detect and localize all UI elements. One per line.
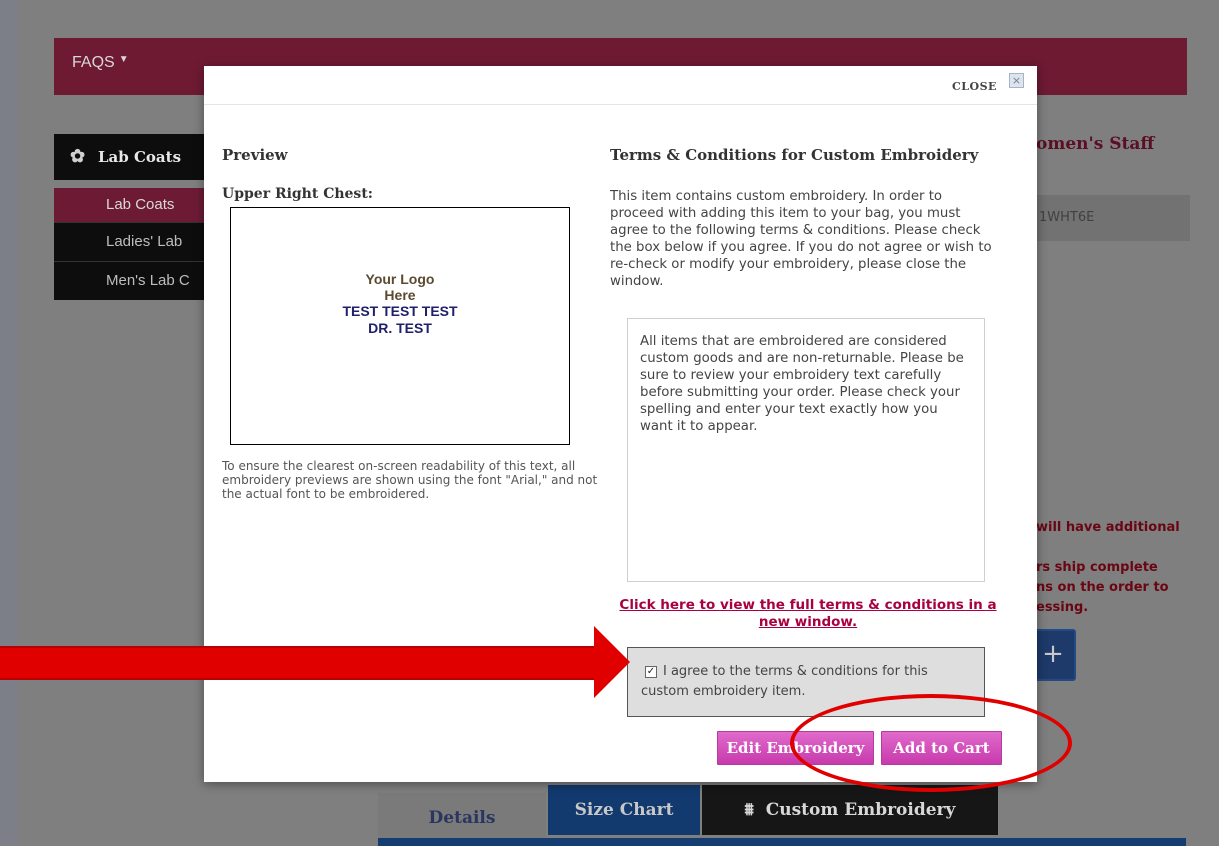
tab-details[interactable]: Details — [378, 793, 546, 838]
sidebar-item-lab-coats[interactable]: Lab Coats — [54, 188, 214, 222]
needle-icon: ⩩ — [744, 800, 754, 820]
embroidery-preview-box: Your Logo Here TEST TEST TEST DR. TEST — [230, 207, 570, 445]
logo-placeholder-line: Here — [384, 287, 416, 303]
window-left-edge — [0, 0, 18, 846]
terms-heading: Terms & Conditions for Custom Embroidery — [610, 146, 979, 164]
terms-scroll-box[interactable]: All items that are embroidered are consi… — [627, 318, 985, 582]
warning-line: will have additional — [1036, 520, 1180, 535]
embroidery-text-line: DR. TEST — [368, 320, 432, 336]
warning-line: ns on the order to — [1036, 580, 1169, 595]
embroidery-text-line: TEST TEST TEST — [342, 303, 458, 319]
preview-column: Preview Upper Right Chest: — [222, 146, 602, 202]
tab-underline — [378, 838, 1186, 846]
faqs-label: FAQS — [72, 54, 115, 71]
terms-intro: This item contains custom embroidery. In… — [610, 189, 992, 289]
tab-custom-embroidery[interactable]: ⩩ Custom Embroidery — [702, 785, 998, 835]
full-terms-link[interactable]: Click here to view the full terms & cond… — [612, 597, 1004, 631]
gear-icon: ✿ — [70, 146, 86, 167]
category-sidebar: ✿ Lab Coats Lab Coats Ladies' Lab Men's L… — [54, 134, 214, 300]
product-title: omen's Staff — [1036, 134, 1155, 154]
preview-text: Your Logo Here TEST TEST TEST DR. TEST — [231, 271, 569, 337]
warning-line: rs ship complete — [1036, 560, 1158, 575]
faqs-menu[interactable]: FAQS ▼ — [72, 54, 129, 72]
tab-custom-embroidery-label: Custom Embroidery — [765, 800, 956, 820]
caret-down-icon: ▼ — [118, 54, 129, 65]
close-icon[interactable]: × — [1009, 73, 1024, 88]
preview-font-note: To ensure the clearest on-screen readabi… — [222, 459, 598, 501]
warning-line — [1036, 538, 1180, 558]
preview-heading: Preview — [222, 146, 288, 164]
sidebar-header[interactable]: ✿ Lab Coats — [54, 134, 214, 180]
shipping-warning: will have additional rs ship complete ns… — [1036, 518, 1180, 618]
product-sku: 1WHT6E — [1036, 195, 1190, 241]
sidebar-item-ladies-lab[interactable]: Ladies' Lab — [54, 222, 214, 261]
annotation-highlight-ellipse — [790, 694, 1072, 792]
close-label[interactable]: CLOSE — [952, 80, 997, 93]
warning-line: essing. — [1036, 600, 1089, 615]
terms-body: All items that are embroidered are consi… — [640, 334, 964, 434]
sidebar-item-mens-lab[interactable]: Men's Lab C — [54, 261, 214, 300]
dialog-header: CLOSE × — [204, 66, 1037, 105]
annotation-arrow-head — [594, 626, 630, 698]
tab-size-chart[interactable]: Size Chart — [548, 785, 700, 835]
location-label: Upper Right Chest: — [222, 186, 373, 202]
terms-column: Terms & Conditions for Custom Embroidery… — [610, 146, 1000, 290]
annotation-arrow-shaft — [0, 646, 598, 680]
logo-placeholder-line: Your Logo — [365, 271, 435, 287]
sidebar-header-label: Lab Coats — [98, 148, 182, 166]
